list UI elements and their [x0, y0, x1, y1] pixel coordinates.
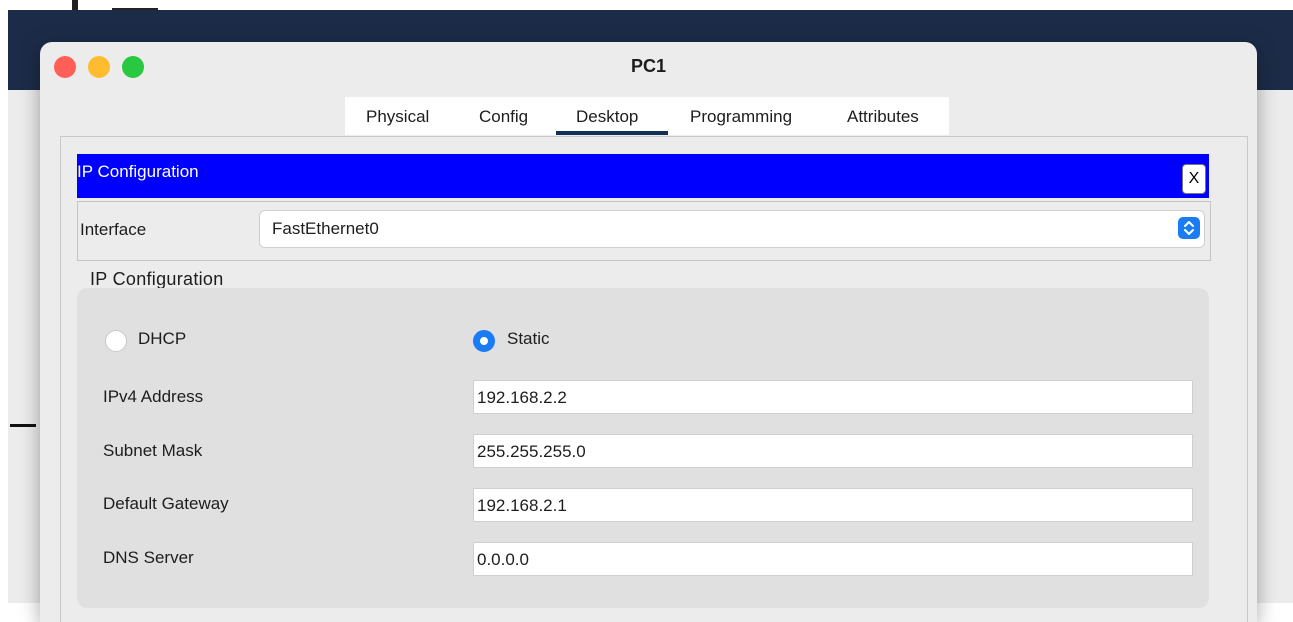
tab-bar: Physical Config Desktop Programming Attr…: [345, 97, 949, 135]
interface-select[interactable]: FastEthernet0: [259, 210, 1205, 248]
tab-attributes[interactable]: Attributes: [847, 107, 919, 127]
ip-config-group-title: IP Configuration: [90, 269, 224, 289]
tab-programming[interactable]: Programming: [690, 107, 792, 127]
pc1-window: PC1 Physical Config Desktop Programming …: [40, 42, 1257, 622]
dns-server-label: DNS Server: [103, 548, 194, 567]
default-gateway-label: Default Gateway: [103, 494, 229, 513]
tab-desktop[interactable]: Desktop: [576, 107, 638, 127]
interface-label: Interface: [80, 220, 147, 239]
tab-physical[interactable]: Physical: [366, 107, 429, 127]
select-arrows-icon[interactable]: [1178, 217, 1200, 239]
default-gateway-value: 192.168.2.1: [477, 496, 567, 515]
window-titlebar: PC1: [40, 42, 1257, 94]
ip-configuration-header: IP Configuration X: [77, 154, 1209, 198]
dhcp-radio[interactable]: [105, 330, 127, 352]
tab-config[interactable]: Config: [479, 107, 528, 127]
interface-row: Interface FastEthernet0: [77, 201, 1211, 261]
active-tab-indicator: [556, 131, 668, 135]
radio-selected-dot: [480, 337, 488, 345]
ipv4-address-value: 192.168.2.2: [477, 388, 567, 407]
interface-select-value: FastEthernet0: [272, 219, 379, 238]
subnet-mask-value: 255.255.255.0: [477, 442, 586, 461]
background-mark: [72, 0, 78, 10]
subnet-mask-input[interactable]: 255.255.255.0: [473, 434, 1193, 468]
window-title: PC1: [630, 56, 666, 76]
ip-configuration-title: IP Configuration: [77, 162, 199, 181]
dns-server-input[interactable]: 0.0.0.0: [473, 542, 1193, 576]
dns-server-value: 0.0.0.0: [477, 550, 529, 569]
ipv4-address-label: IPv4 Address: [103, 387, 204, 406]
default-gateway-input[interactable]: 192.168.2.1: [473, 488, 1193, 522]
ipv4-address-input[interactable]: 192.168.2.2: [473, 380, 1193, 414]
background-link-line: [10, 424, 36, 427]
static-radio[interactable]: [473, 330, 495, 352]
dhcp-radio-label[interactable]: DHCP: [138, 329, 186, 349]
background-top-strip: [0, 0, 1293, 10]
subnet-mask-label: Subnet Mask: [103, 441, 203, 460]
close-panel-button[interactable]: X: [1182, 164, 1206, 194]
static-radio-label[interactable]: Static: [507, 329, 550, 349]
